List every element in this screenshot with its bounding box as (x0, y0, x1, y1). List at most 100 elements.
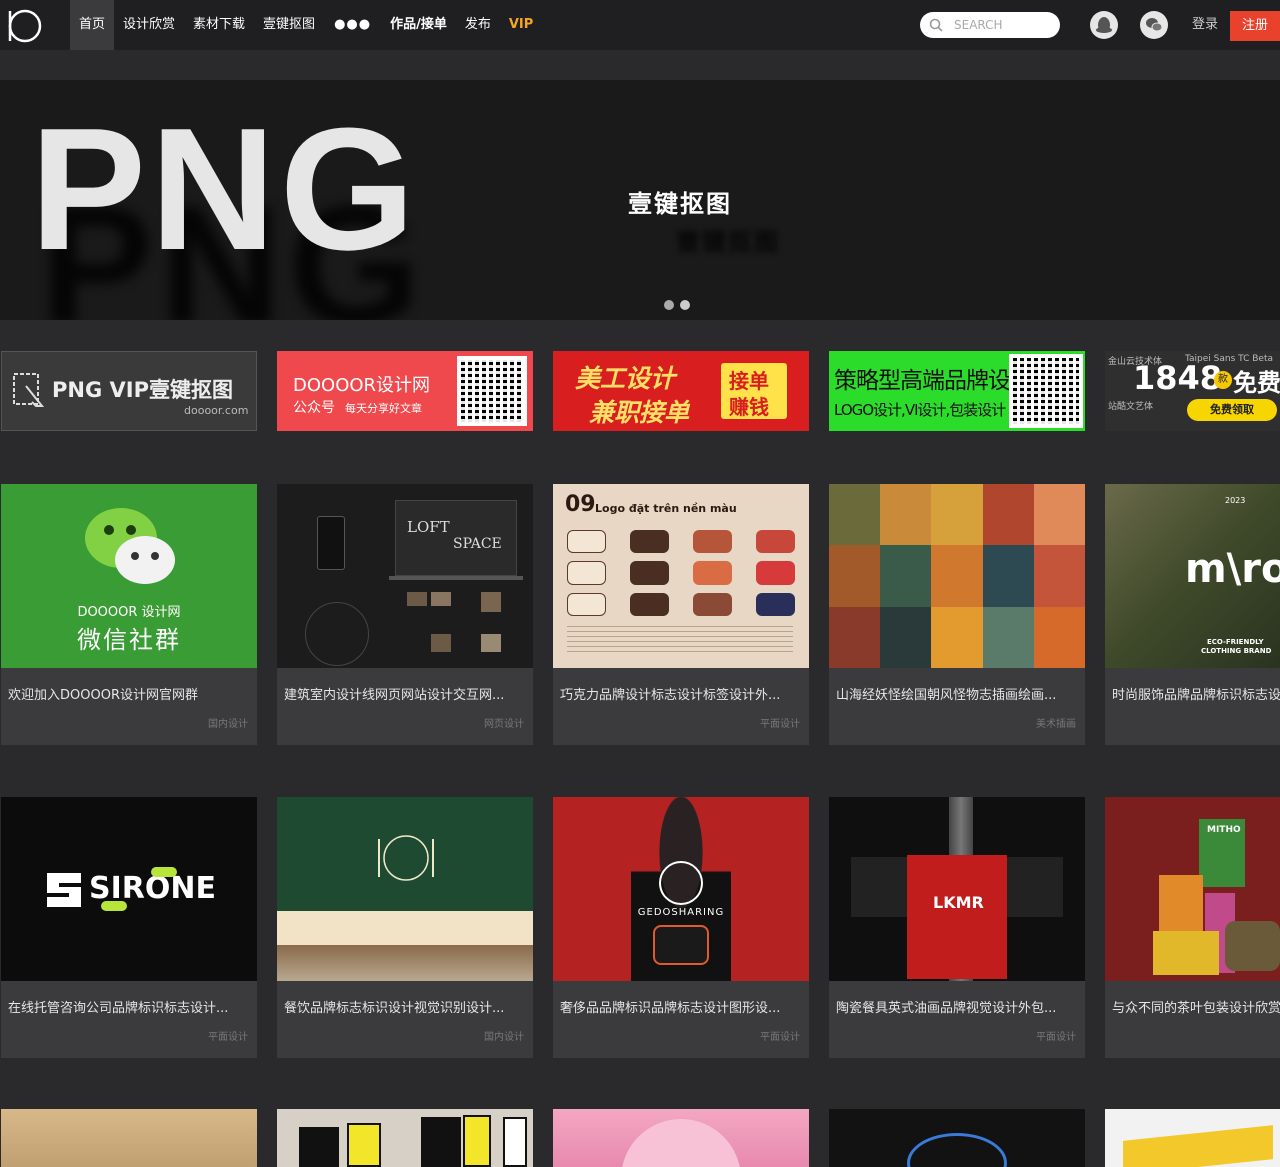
sirone-tag-1 (151, 867, 177, 877)
loft-circle (305, 602, 369, 666)
card-title[interactable]: 巧克力品牌设计标志设计标签设计外... (560, 684, 802, 703)
loft-photo-3 (481, 592, 501, 612)
cutout-tool-icon (13, 373, 45, 407)
nav-more-icon[interactable]: ●●● (324, 0, 381, 50)
oreo-notes (567, 624, 793, 652)
tea-box-4 (1153, 931, 1219, 975)
site-logo-icon[interactable] (6, 7, 42, 43)
card-fashion-brand[interactable]: 2023 m\ro ECO-FRIENDLY CLOTHING BRAND 时尚… (1105, 484, 1280, 745)
card-wechat-group[interactable]: DOOOOR 设计网 微信社群 欢迎加入DOOOOR设计网官网群 国内设计 (1, 484, 257, 745)
card-thumbnail: LKMR (829, 797, 1085, 981)
oreo-heading: Logo đặt trên nền màu (595, 502, 737, 515)
card-title[interactable]: 与众不同的茶叶包装设计欣赏 (1112, 997, 1280, 1016)
card-thumbnail: MITHO (1105, 797, 1280, 981)
banner-doooor-wechat[interactable]: DOOOOR设计网 公众号 每天分享好文章 (277, 351, 533, 431)
card-row3-4[interactable] (829, 1109, 1085, 1167)
card-thumbnail (829, 1109, 1085, 1167)
login-link[interactable]: 登录 (1192, 0, 1218, 50)
loft-photo-5 (481, 634, 501, 652)
card-chocolate-brand[interactable]: 09 Logo đặt trên nền màu 巧克力品牌设计标志设计标签设计… (553, 484, 809, 745)
nav-item-home[interactable]: 首页 (70, 0, 115, 50)
banner-freelance-tag2: 赚钱 (729, 395, 769, 419)
nav-item-design-gallery[interactable]: 设计欣赏 (114, 0, 184, 50)
card-luxury-brand[interactable]: GEDOSHARING 奢侈品品牌标识品牌标志设计图形设... 平面设计 (553, 797, 809, 1058)
card-row3-5[interactable] (1105, 1109, 1280, 1167)
card-title[interactable]: 奢侈品品牌标识品牌标志设计图形设... (560, 997, 802, 1016)
gedo-ring (659, 861, 703, 905)
wechat-icon[interactable] (1140, 11, 1168, 39)
card-thumbnail: LOFT SPACE (277, 484, 533, 668)
card-row3-2[interactable] (277, 1109, 533, 1167)
banner-freelance[interactable]: 美工设计 兼职接单 接单 赚钱 (553, 351, 809, 431)
loft-subtitle: SPACE (453, 536, 502, 552)
card-row3-3[interactable] (553, 1109, 809, 1167)
banner-brand-design[interactable]: 策略型高端品牌设计 LOGO设计,VI设计,包装设计 (829, 351, 1085, 431)
tea-box-2 (1159, 875, 1203, 937)
lkmr-card-center (907, 855, 1007, 979)
banner-png-url: doooor.com (184, 404, 249, 417)
card-title[interactable]: 在线托管咨询公司品牌标识标志设计... (8, 997, 250, 1016)
card-category[interactable]: 平面设计 (760, 715, 800, 730)
banner-font-badge: 款 (1214, 371, 1232, 389)
banner-png-cutout[interactable]: PNG VIP壹键抠图 doooor.com (1, 351, 257, 431)
nav-item-cutout[interactable]: 壹键抠图 (254, 0, 324, 50)
card-category[interactable]: 国内设计 (484, 1028, 524, 1043)
qq-icon[interactable] (1090, 11, 1118, 39)
banner-png-text: PNG VIP壹键抠图 (52, 378, 233, 402)
nav-item-vip[interactable]: VIP (500, 0, 542, 50)
loft-title: LOFT (407, 518, 450, 536)
banner-doooor-sub1: 公众号 (293, 400, 335, 416)
banner-font-button[interactable]: 免费领取 (1187, 399, 1277, 421)
nav-item-downloads[interactable]: 素材下载 (184, 0, 254, 50)
card-tea-packaging[interactable]: MITHO 与众不同的茶叶包装设计欣赏 (1105, 797, 1280, 1058)
card-wechat-brand: DOOOOR 设计网 (77, 605, 181, 620)
miro-logo: m\ro (1185, 546, 1280, 592)
card-category[interactable]: 网页设计 (484, 715, 524, 730)
banner-font-free: 免费 (1233, 369, 1280, 397)
card-ceramics-brand[interactable]: LKMR 陶瓷餐具英式油画品牌视觉设计外包... 平面设计 (829, 797, 1085, 1058)
card-category[interactable]: 平面设计 (1036, 1028, 1076, 1043)
card-mythology-art[interactable]: 山海经妖怪绘国朝风怪物志插画绘画... 美术插画 (829, 484, 1085, 745)
card-category[interactable]: 平面设计 (760, 1028, 800, 1043)
card-thumbnail (1105, 1109, 1280, 1167)
card-hosting-brand[interactable]: SIRONE 在线托管咨询公司品牌标识标志设计... 平面设计 (1, 797, 257, 1058)
nav-item-works[interactable]: 作品/接单 (381, 0, 456, 50)
card-title[interactable]: 山海经妖怪绘国朝风怪物志插画绘画... (836, 684, 1078, 703)
register-button[interactable]: 注册 (1230, 11, 1280, 41)
banner-free-fonts[interactable]: 金山云技术体 Taipei Sans TC Beta 站酷文艺体 1848 款 … (1105, 351, 1280, 431)
wechat-logo-icon (85, 508, 175, 584)
oreo-number: 09 (565, 492, 596, 517)
hero-subtitle: 壹键抠图 (628, 190, 732, 218)
card-restaurant-brand[interactable]: 餐饮品牌标志标识设计视觉识别设计... 国内设计 (277, 797, 533, 1058)
carousel-dot-2[interactable] (680, 300, 690, 310)
card-row3-1[interactable] (1, 1109, 257, 1167)
hero-carousel[interactable]: PNG PNG 壹键抠图 壹键抠图 (0, 80, 1280, 320)
card-thumbnail (277, 797, 533, 981)
gedo-bag (653, 925, 709, 965)
loft-photo-1 (407, 592, 427, 606)
carousel-dot-1[interactable] (664, 300, 674, 310)
card-category[interactable]: 平面设计 (208, 1028, 248, 1043)
card-category[interactable]: 美术插画 (1036, 715, 1076, 730)
gedo-logo-text: GEDOSHARING (637, 907, 725, 918)
card-thumbnail (829, 484, 1085, 668)
card-title[interactable]: 陶瓷餐具英式油画品牌视觉设计外包... (836, 997, 1078, 1016)
banner-doooor-sub2: 每天分享好文章 (345, 402, 422, 415)
banner-doooor-title: DOOOOR设计网 (293, 375, 431, 396)
card-title[interactable]: 建筑室内设计线网页网站设计交互网... (284, 684, 526, 703)
card-category[interactable]: 国内设计 (208, 715, 248, 730)
nav-item-publish[interactable]: 发布 (456, 0, 500, 50)
search-input[interactable] (954, 16, 1054, 34)
card-title[interactable]: 餐饮品牌标志标识设计视觉识别设计... (284, 997, 526, 1016)
loft-laptop-base (389, 576, 523, 580)
card-title[interactable]: 欢迎加入DOOOOR设计网官网群 (8, 684, 250, 703)
restaurant-photo (277, 945, 533, 981)
loft-photo-4 (431, 634, 451, 652)
card-architecture-web[interactable]: LOFT SPACE 建筑室内设计线网页网站设计交互网... 网页设计 (277, 484, 533, 745)
tea-wood (1225, 921, 1280, 971)
banner-freelance-line2: 兼职接单 (589, 398, 690, 427)
search-icon[interactable] (929, 18, 943, 32)
loft-photo-2 (431, 592, 451, 606)
top-nav-bar: 首页 设计欣赏 素材下载 壹键抠图 ●●● 作品/接单 发布 VIP 登录 注册 (0, 0, 1280, 50)
card-title[interactable]: 时尚服饰品牌品牌标识标志设计 (1112, 684, 1280, 703)
